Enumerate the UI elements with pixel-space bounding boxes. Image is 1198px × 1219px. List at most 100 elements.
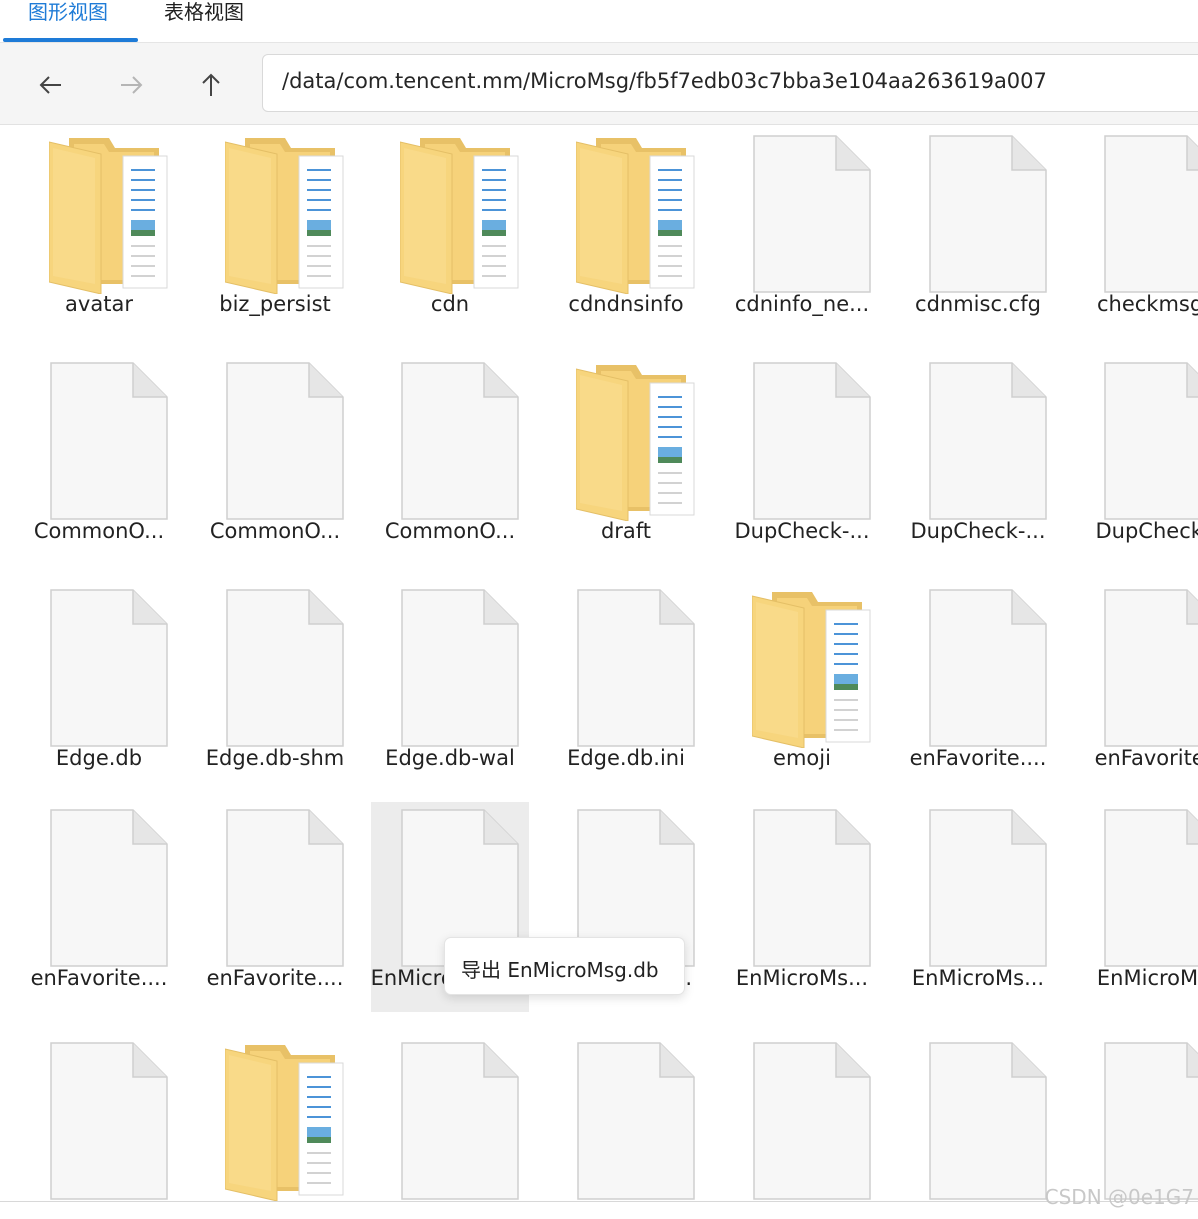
item-label: EnMicroMs (1096, 966, 1198, 990)
item-label: enFavorite.... (909, 746, 1047, 770)
folder-icon (225, 138, 344, 294)
document-icon (1104, 1042, 1198, 1200)
document-icon (929, 589, 1047, 747)
item-label: cdn (430, 292, 470, 316)
document-icon (226, 589, 344, 747)
file-item[interactable]: CommonO... (371, 355, 529, 565)
file-item[interactable]: Edge.db-shm (196, 582, 354, 792)
item-label: cdndnsinfo (568, 292, 684, 316)
item-label: enFavorite.... (30, 966, 168, 990)
document-icon (50, 362, 168, 520)
watermark: CSDN @0e1G7 (1044, 1185, 1194, 1209)
folder-item[interactable] (196, 1035, 354, 1201)
file-item[interactable]: DupCheck-... (723, 355, 881, 565)
document-icon (50, 809, 168, 967)
document-icon (1104, 135, 1198, 293)
folder-icon (576, 365, 695, 521)
folder-item[interactable]: cdn (371, 128, 529, 338)
file-item[interactable]: Edge.db (20, 582, 178, 792)
item-label: emoji (773, 746, 831, 770)
file-item[interactable]: CommonO... (196, 355, 354, 565)
document-icon (929, 1042, 1047, 1200)
file-item[interactable] (547, 1035, 705, 1201)
item-label: draft (600, 519, 652, 543)
item-label: cdninfo_ne... (734, 292, 870, 316)
document-icon (50, 1042, 168, 1200)
path-input[interactable]: /data/com.tencent.mm/MicroMsg/fb5f7edb03… (262, 54, 1198, 112)
document-icon (226, 809, 344, 967)
forward-button[interactable] (111, 65, 151, 105)
file-item[interactable]: EnMicroMs... (899, 802, 1057, 1012)
file-item[interactable]: enFavorite.... (20, 802, 178, 1012)
folder-item[interactable]: emoji (723, 582, 881, 792)
item-label: Edge.db (55, 746, 143, 770)
item-label: Edge.db-wal (385, 746, 515, 770)
file-item[interactable]: cdnmisc.cfg (899, 128, 1057, 338)
document-icon (753, 809, 871, 967)
file-item[interactable]: enFavorite.... (899, 582, 1057, 792)
document-icon (753, 362, 871, 520)
file-item[interactable] (899, 1035, 1057, 1201)
item-label: Edge.db.ini (567, 746, 685, 770)
document-icon (401, 1042, 519, 1200)
folder-item[interactable]: biz_persist (196, 128, 354, 338)
file-item[interactable]: DupCheck- (1074, 355, 1198, 565)
file-item[interactable] (371, 1035, 529, 1201)
export-tooltip[interactable]: 导出 EnMicroMsg.db (444, 937, 685, 995)
document-icon (929, 362, 1047, 520)
document-icon (1104, 589, 1198, 747)
item-label: enFavorite.... (206, 966, 344, 990)
document-icon (753, 1042, 871, 1200)
folder-icon (576, 138, 695, 294)
file-item[interactable] (20, 1035, 178, 1201)
up-button[interactable] (191, 65, 231, 105)
item-label: EnMicroMs... (735, 966, 869, 990)
file-item[interactable] (723, 1035, 881, 1201)
item-label: cdnmisc.cfg (915, 292, 1041, 316)
folder-icon (752, 592, 871, 748)
arrow-right-icon (121, 76, 143, 94)
status-divider (0, 1201, 1198, 1202)
file-item[interactable]: Edge.db.ini (547, 582, 705, 792)
file-item[interactable]: enFavorite. (1074, 582, 1198, 792)
item-label: CommonO... (209, 519, 341, 543)
folder-icon (400, 138, 519, 294)
document-icon (1104, 809, 1198, 967)
file-item[interactable]: checkmsgi (1074, 128, 1198, 338)
document-icon (929, 809, 1047, 967)
file-item[interactable]: EnMicroMs... (723, 802, 881, 1012)
tab-table-view[interactable]: 表格视图 (164, 0, 244, 25)
item-label: enFavorite. (1094, 746, 1198, 770)
back-button[interactable] (31, 65, 71, 105)
document-icon (1104, 362, 1198, 520)
item-label: DupCheck- (1095, 519, 1198, 543)
document-icon (401, 362, 519, 520)
item-label: CommonO... (33, 519, 165, 543)
active-tab-indicator (3, 38, 138, 42)
file-item[interactable]: EnMicroMs (1074, 802, 1198, 1012)
item-label: Edge.db-shm (205, 746, 345, 770)
arrow-left-icon (39, 76, 61, 94)
document-icon (753, 135, 871, 293)
file-item[interactable]: cdninfo_ne... (723, 128, 881, 338)
folder-icon (225, 1045, 344, 1201)
item-label: checkmsgi (1096, 292, 1198, 316)
item-label: avatar (65, 292, 133, 316)
document-icon (401, 589, 519, 747)
document-icon (577, 589, 695, 747)
folder-item[interactable]: avatar (20, 128, 178, 338)
document-icon (50, 589, 168, 747)
file-item[interactable] (1074, 1035, 1198, 1201)
document-icon (577, 1042, 695, 1200)
view-tabs: 图形视图 表格视图 (0, 0, 1198, 43)
item-label: DupCheck-... (734, 519, 870, 543)
file-item[interactable]: enFavorite.... (196, 802, 354, 1012)
item-label: EnMicroMs... (911, 966, 1045, 990)
folder-item[interactable]: draft (547, 355, 705, 565)
file-item[interactable]: Edge.db-wal (371, 582, 529, 792)
folder-item[interactable]: cdndnsinfo (547, 128, 705, 338)
file-item[interactable]: DupCheck-... (899, 355, 1057, 565)
item-label: DupCheck-... (910, 519, 1046, 543)
tab-graphic-view[interactable]: 图形视图 (28, 0, 108, 25)
file-item[interactable]: CommonO... (20, 355, 178, 565)
